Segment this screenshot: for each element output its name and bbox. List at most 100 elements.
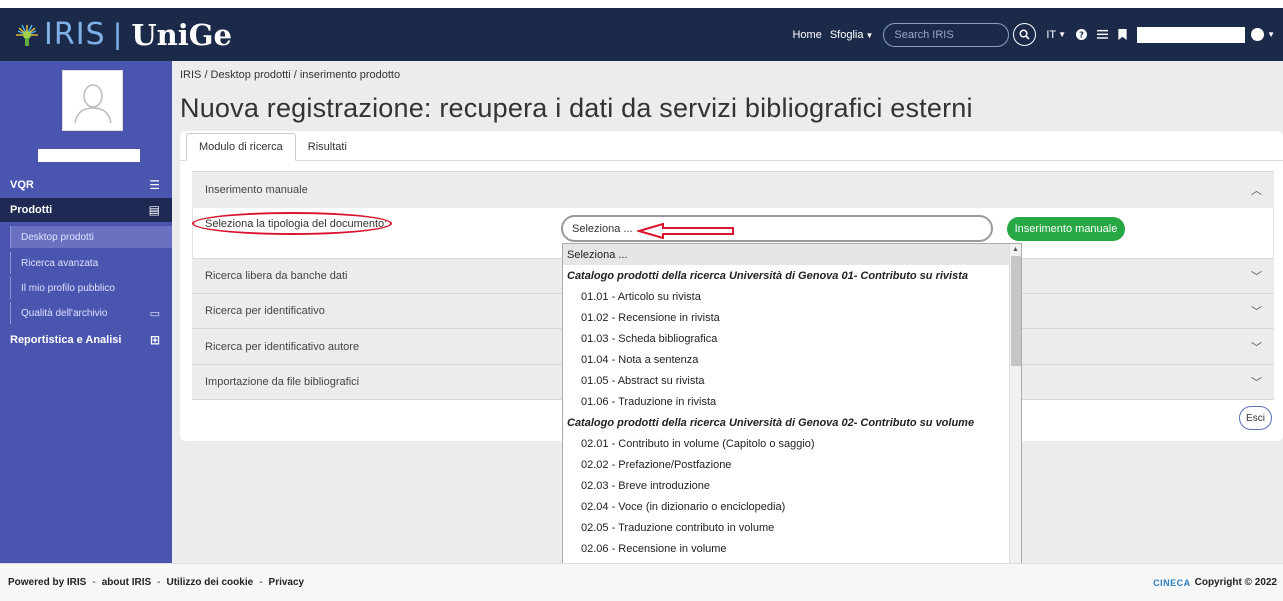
sidebar: VQR ☰ Prodotti ▤ Desktop prodotti Ricerc… [0, 61, 172, 563]
chevron-up-icon: ︿ [1251, 185, 1262, 197]
sidebar-item-label: Prodotti [10, 204, 53, 216]
dropdown-option-placeholder[interactable]: Seleziona ... [563, 244, 1021, 265]
cookie-link[interactable]: Utilizzo dei cookie [167, 577, 254, 588]
sidebar-item-qualita-archivio[interactable]: Qualità dell'archivio ▭ [10, 302, 172, 324]
accordion-label: Ricerca per identificativo autore [205, 340, 360, 353]
dropdown-list: Seleziona ... Catalogo prodotti della ric… [563, 244, 1021, 600]
footer-separator: - [259, 577, 263, 588]
dropdown-option[interactable]: 02.02 - Prefazione/Postfazione [563, 454, 1021, 475]
tab-modulo-di-ricerca[interactable]: Modulo di ricerca [186, 133, 296, 161]
dropdown-group-header: Catalogo prodotti della ricerca Universi… [567, 269, 968, 282]
accordion-inserimento-manuale[interactable]: Inserimento manuale ︿ [192, 171, 1274, 208]
footer-separator: - [92, 577, 96, 588]
search-button[interactable] [1013, 23, 1037, 46]
about-link[interactable]: about IRIS [102, 577, 151, 588]
footer-separator: - [157, 577, 161, 588]
chevron-down-icon: ﹀ [1251, 377, 1262, 389]
copyright-text: Copyright © 2022 [1194, 577, 1277, 588]
breadcrumb: IRIS / Desktop prodotti / inserimento pr… [180, 69, 401, 81]
scroll-up-icon[interactable]: ▲ [1012, 246, 1019, 253]
sidebar-item-label: Reportistica e Analisi [10, 334, 122, 346]
tab-bar: Modulo di ricerca Risultati [186, 133, 359, 161]
search-input[interactable]: Search IRIS [883, 22, 1010, 47]
annotation-ellipse [192, 212, 392, 235]
chevron-down-icon: ﹀ [1251, 271, 1262, 283]
dropdown-option[interactable]: 02.03 - Breve introduzione [563, 475, 1021, 496]
dropdown-option[interactable]: 01.03 - Scheda bibliografica [563, 328, 1021, 349]
footer-right: CINECA Copyright © 2022 [1153, 577, 1283, 588]
search-icon [1019, 29, 1031, 40]
sidebar-item-reportistica[interactable]: Reportistica e Analisi ⊞ [0, 329, 172, 351]
sidebar-item-label: Desktop prodotti [21, 231, 94, 243]
sidebar-item-desktop-prodotti[interactable]: Desktop prodotti [10, 226, 172, 248]
tab-risultati[interactable]: Risultati [296, 133, 359, 161]
caret-down-icon: ▼ [865, 30, 874, 40]
exit-button[interactable]: Esci [1239, 406, 1272, 430]
page-title: Nuova registrazione: recupera i dati da … [180, 93, 973, 123]
user-placeholder-icon [73, 83, 112, 123]
sidebar-item-profilo-pubblico[interactable]: Il mio profilo pubblico [10, 277, 172, 299]
list-icon[interactable] [1097, 29, 1109, 40]
dropdown-option[interactable]: 02.01 - Contributo in volume (Capitolo o… [563, 433, 1021, 454]
dropdown-option[interactable]: 01.05 - Abstract su rivista [563, 370, 1021, 391]
caret-down-icon: ▼ [1267, 30, 1275, 39]
table-icon: ⊞ [149, 333, 160, 347]
iris-flower-icon [16, 24, 38, 46]
bookmark-icon[interactable] [1118, 29, 1127, 40]
user-name-redacted[interactable] [1137, 26, 1246, 43]
sidebar-item-label: VQR [10, 179, 34, 191]
sidebar-item-label: Qualità dell'archivio [21, 307, 108, 319]
select-value: Seleziona ... [572, 222, 633, 235]
avatar[interactable] [1251, 28, 1265, 41]
powered-by-link[interactable]: Powered by IRIS [8, 577, 86, 588]
navbar: IRIS | UniGe Home Sfoglia ▼ Search IRIS I… [0, 8, 1283, 61]
cineca-logo[interactable]: CINECA [1153, 578, 1191, 588]
scrollbar-thumb[interactable] [1011, 256, 1021, 366]
accordion-label: Inserimento manuale [205, 184, 308, 196]
dropdown-group-header: Catalogo prodotti della ricerca Universi… [567, 416, 975, 429]
list-ordered-icon: ☰ [149, 178, 160, 192]
accordion-label: Ricerca libera da banche dati [205, 270, 348, 282]
browse-label: Sfoglia [829, 28, 864, 41]
sidebar-item-prodotti[interactable]: Prodotti ▤ [0, 198, 172, 222]
accordion-label: Importazione da file bibliografici [205, 376, 360, 388]
brand-separator: | [113, 17, 122, 51]
dropdown-option[interactable]: 02.04 - Voce (in dizionario o encicloped… [563, 496, 1021, 517]
profile-picture [62, 70, 123, 131]
svg-text:?: ? [1079, 29, 1084, 39]
dropdown-option[interactable]: 01.06 - Traduzione in rivista [563, 391, 1021, 412]
brand-unige-text: UniGe [131, 17, 232, 52]
brand[interactable]: IRIS | UniGe [0, 17, 232, 52]
language-label: IT [1046, 28, 1057, 41]
chevron-down-icon: ﹀ [1251, 306, 1262, 318]
privacy-link[interactable]: Privacy [269, 577, 305, 588]
navbar-right: Home Sfoglia ▼ Search IRIS IT ▼ ? ▼ [792, 22, 1283, 47]
dropdown-option[interactable]: 02.05 - Traduzione contributo in volume [563, 517, 1021, 538]
accordion-label: Ricerca per identificativo [205, 305, 325, 317]
dropdown-option[interactable]: 01.01 - Articolo su rivista [563, 286, 1021, 307]
brand-iris-text: IRIS [44, 17, 106, 52]
profile-name-redacted [38, 149, 140, 162]
sidebar-item-label: Ricerca avanzata [21, 257, 99, 269]
sidebar-item-ricerca-avanzata[interactable]: Ricerca avanzata [10, 252, 172, 274]
chevron-down-icon: ﹀ [1251, 341, 1262, 354]
file-icon: ▤ [148, 203, 160, 217]
dropdown-option[interactable]: 01.04 - Nota a sentenza [563, 349, 1021, 370]
manual-entry-button[interactable]: Inserimento manuale [1007, 217, 1125, 241]
footer: Powered by IRIS - about IRIS - Utilizzo … [0, 563, 1283, 601]
language-menu[interactable]: IT ▼ [1046, 29, 1066, 41]
top-strip [0, 0, 1283, 8]
document-type-select[interactable]: Seleziona ... [561, 215, 993, 242]
help-icon[interactable]: ? [1076, 29, 1088, 40]
folder-icon: ▭ [149, 307, 160, 320]
caret-down-icon: ▼ [1058, 30, 1067, 39]
dropdown-option[interactable]: 02.06 - Recensione in volume [563, 538, 1021, 559]
home-link[interactable]: Home [792, 29, 821, 41]
dropdown-option[interactable]: 01.02 - Recensione in rivista [563, 307, 1021, 328]
browse-menu[interactable]: Sfoglia ▼ [830, 29, 874, 41]
sidebar-item-vqr[interactable]: VQR ☰ [0, 174, 172, 196]
dropdown-scrollbar[interactable]: ▲ ▼ [1009, 244, 1021, 600]
annotation-arrow-icon [637, 223, 734, 239]
document-type-dropdown[interactable]: Seleziona ... Catalogo prodotti della ric… [562, 243, 1022, 601]
sidebar-item-label: Il mio profilo pubblico [21, 282, 115, 294]
